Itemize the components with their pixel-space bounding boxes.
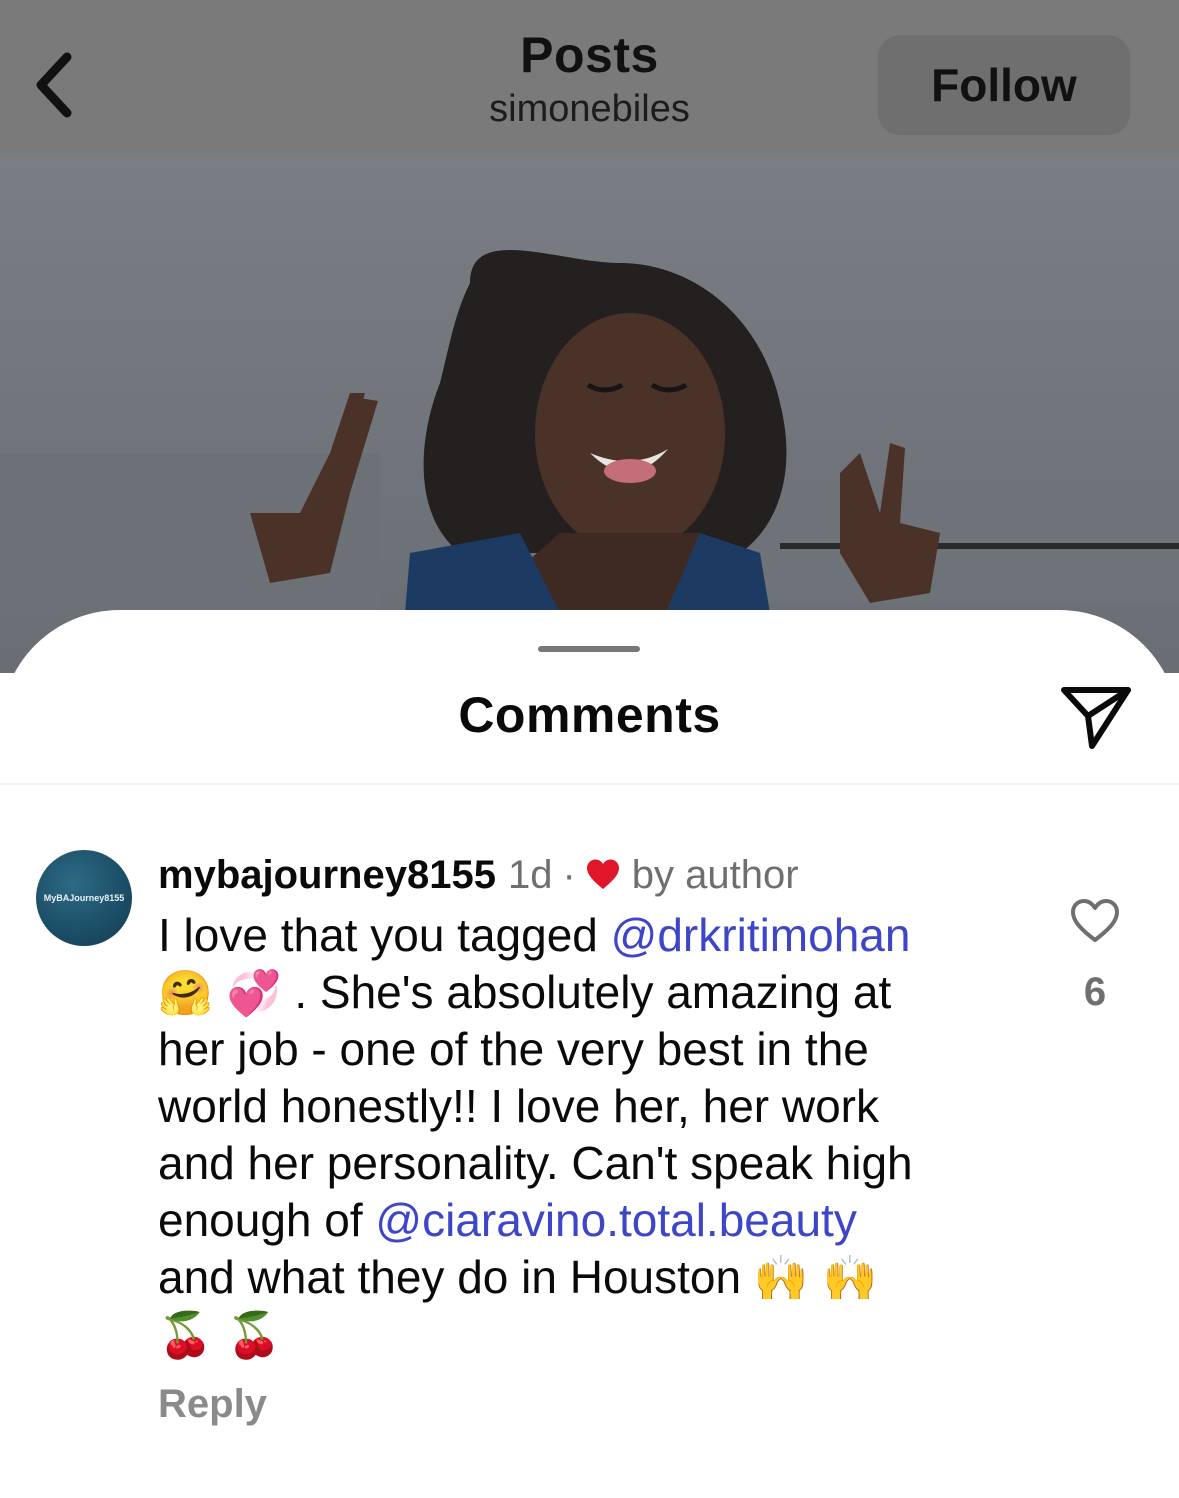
comment-line: and what they do in Houston 🙌 🙌 (158, 1249, 1038, 1306)
comments-sheet: Comments MyBAJourney8155 mybajourney8155… (0, 610, 1179, 1498)
share-button[interactable] (1058, 682, 1134, 752)
comment-line: world honestly!! I love her, her work (158, 1080, 879, 1132)
post-image (0, 153, 1179, 673)
comment-line: enough of @ciaravino.total.beauty (158, 1192, 1038, 1249)
like-button[interactable] (1070, 898, 1120, 944)
comment-username[interactable]: mybajourney8155 (158, 853, 496, 898)
comment-line: her job - one of the very best in the (158, 1023, 869, 1075)
comment-header: mybajourney8155 1d · by author (158, 850, 799, 900)
comment-line: I love that you tagged @drkritimohan (158, 907, 1038, 964)
paper-plane-icon (1061, 687, 1131, 749)
like-count: 6 (1083, 970, 1107, 1014)
post-photo (0, 153, 1179, 673)
comment-timestamp: 1d (507, 852, 553, 897)
screen: Posts simonebiles Follow Comments MyBAJo… (0, 0, 1179, 1498)
comment-line: 🤗 💞 . She's absolutely amazing at (158, 964, 1038, 1021)
reply-button[interactable]: Reply (158, 1382, 267, 1427)
mention-link[interactable]: @ciaravino.total.beauty (375, 1194, 856, 1246)
heart-outline-icon (1071, 899, 1119, 942)
emoji-group: 🤗 💞 (158, 968, 282, 1019)
liked-by-author-label: by author (631, 852, 799, 897)
comments-title: Comments (458, 687, 721, 743)
sheet-grabber[interactable] (538, 646, 640, 652)
emoji-group: 🙌 🙌 (753, 1253, 878, 1304)
comment-line: 🍒 🍒 (158, 1306, 1038, 1363)
heart-filled-icon (586, 859, 619, 889)
comment-text-segment: . She's absolutely amazing at (281, 966, 892, 1018)
comment-text-segment: I love that you tagged (158, 909, 611, 961)
avatar-label: MyBAJourney8155 (43, 893, 125, 903)
mention-link[interactable]: @drkritimohan (611, 909, 911, 961)
top-nav-bar: Posts simonebiles Follow (0, 0, 1179, 153)
sheet-divider (0, 783, 1179, 785)
follow-button[interactable]: Follow (878, 35, 1130, 135)
comment-text: I love that you tagged @drkritimohan 🤗 💞… (158, 907, 1038, 1363)
comment-text-segment: and what they do in Houston (158, 1251, 754, 1303)
comment-line: and her personality. Can't speak high (158, 1137, 913, 1189)
avatar[interactable]: MyBAJourney8155 (36, 850, 132, 946)
emoji-group: 🍒 🍒 (158, 1310, 282, 1361)
comment-text-segment: enough of (158, 1194, 376, 1246)
meta-separator: · (562, 852, 576, 897)
